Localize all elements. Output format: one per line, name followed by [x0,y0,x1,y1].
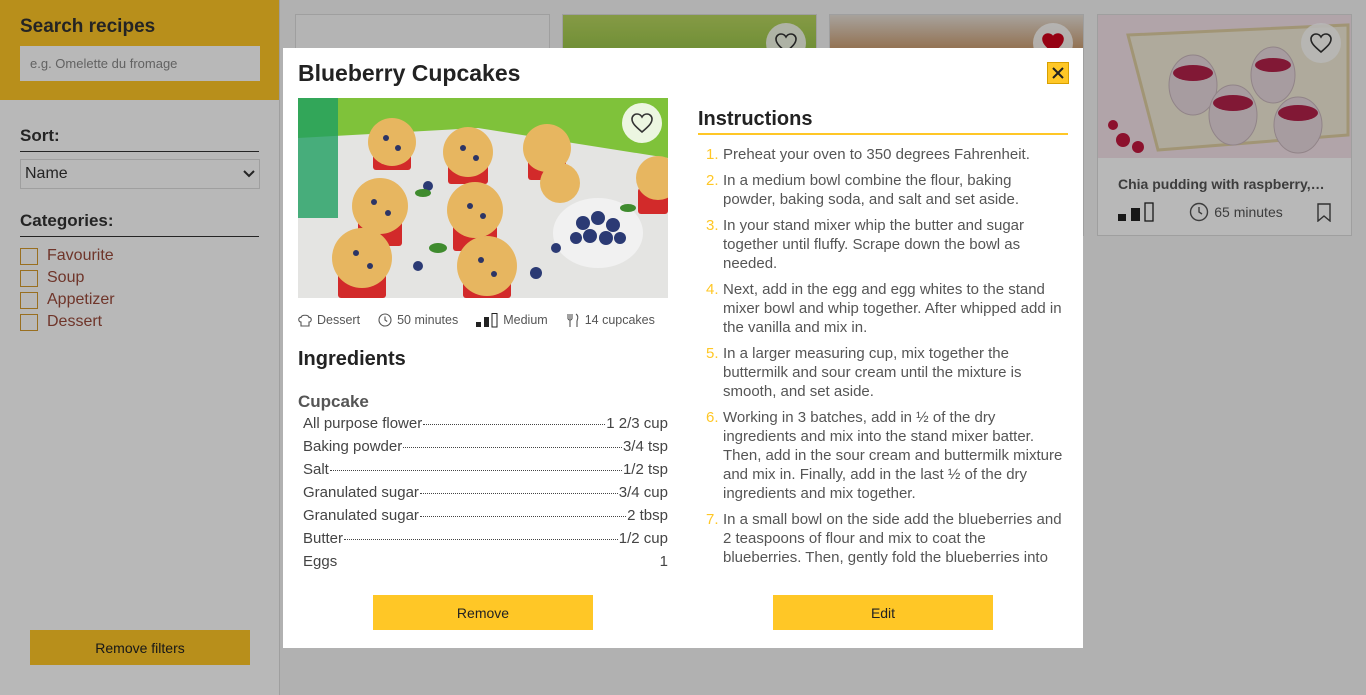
difficulty-icon [476,312,498,327]
meta-servings-label: 14 cupcakes [584,313,655,327]
favourite-button[interactable] [622,103,662,143]
ingredient-name: Baking powder [303,438,403,455]
cutlery-icon [567,313,579,327]
ingredient-name: Butter [303,530,344,547]
edit-recipe-button[interactable]: Edit [773,595,993,630]
meta-difficulty-label: Medium [503,313,548,327]
ingredient-name: Granulated sugar [303,484,419,501]
ingredient-group-title: Cupcake [298,392,369,411]
close-button[interactable] [1047,62,1069,84]
recipe-meta: Dessert 50 minutes Medium 14 cupcakes [298,312,668,328]
remove-recipe-button[interactable]: Remove [373,595,593,630]
ingredient-qty: 2 tbsp [627,507,668,524]
ingredient-name: Salt [303,461,329,478]
ingredient-name: Eggs [303,553,338,570]
instruction-step: 1. Preheat your oven to 350 degrees Fahre… [698,145,1068,164]
recipe-modal: Blueberry Cupcakes Dessert 50 minutes Me… [283,48,1083,648]
ingredient-qty: 1 2/3 cup [606,415,668,432]
instruction-text: Working in 3 batches, add in ½ of the dr… [723,409,1063,502]
meta-difficulty: Medium [476,312,548,328]
meta-servings: 14 cupcakes [566,313,655,328]
meta-category-label: Dessert [317,313,361,327]
ingredient-qty: 3/4 cup [618,484,668,501]
meta-time-label: 50 minutes [397,313,459,327]
heart-icon [631,113,653,134]
modal-title: Blueberry Cupcakes [298,60,521,86]
instruction-step: 3. In your stand mixer whip the butter an… [698,216,1068,273]
ingredient-qty: 1/2 cup [618,530,668,547]
ingredients-title: Ingredients [298,348,406,370]
ingredient-row: Eggs 1 [298,553,668,576]
clock-icon [378,313,392,327]
meta-category: Dessert [298,313,360,327]
instruction-step: 6. Working in 3 batches, add in ½ of the … [698,408,1068,503]
ingredient-name: Granulated sugar [303,507,419,524]
instruction-text: Next, add in the egg and egg whites to t… [723,281,1062,336]
ingredient-list[interactable]: All purpose flower 1 2/3 cup Baking powde… [298,415,668,580]
chef-hat-icon [298,314,312,327]
instructions-section: Instructions 1. Preheat your oven to 350 … [698,108,1068,600]
instruction-step: 2. In a medium bowl combine the flour, ba… [698,171,1068,209]
instruction-list[interactable]: 1. Preheat your oven to 350 degrees Fahre… [698,145,1068,600]
ingredient-qty: 1/2 tsp [622,461,668,478]
instruction-text: In a small bowl on the side add the blue… [723,511,1062,566]
instruction-text: In your stand mixer whip the butter and … [723,217,1024,272]
blueberry-cupcakes-photo [298,98,668,298]
ingredient-qty: 1 [659,553,668,570]
recipe-photo [298,98,668,298]
ingredient-qty: 3/4 tsp [622,438,668,455]
ingredient-row: Butter 1/2 cup [298,530,668,553]
meta-time: 50 minutes [378,313,458,327]
close-icon [1052,67,1064,79]
ingredient-row: Granulated sugar 3/4 cup [298,484,668,507]
ingredient-row: Granulated sugar 2 tbsp [298,507,668,530]
recipe-details: Dessert 50 minutes Medium 14 cupcakes In… [298,98,668,580]
instruction-text: In a larger measuring cup, mix together … [723,345,1022,400]
instructions-title: Instructions [698,108,1068,135]
instruction-text: Preheat your oven to 350 degrees Fahrenh… [723,146,1030,163]
instruction-step: 4. Next, add in the egg and egg whites to… [698,280,1068,337]
instruction-step: 5. In a larger measuring cup, mix togethe… [698,344,1068,401]
ingredient-row: Salt 1/2 tsp [298,461,668,484]
instruction-step: 7. In a small bowl on the side add the bl… [698,510,1068,567]
instruction-text: In a medium bowl combine the flour, baki… [723,172,1020,208]
ingredient-row: All purpose flower 1 2/3 cup [298,415,668,438]
ingredient-name: All purpose flower [303,415,423,432]
ingredient-row: Baking powder 3/4 tsp [298,438,668,461]
